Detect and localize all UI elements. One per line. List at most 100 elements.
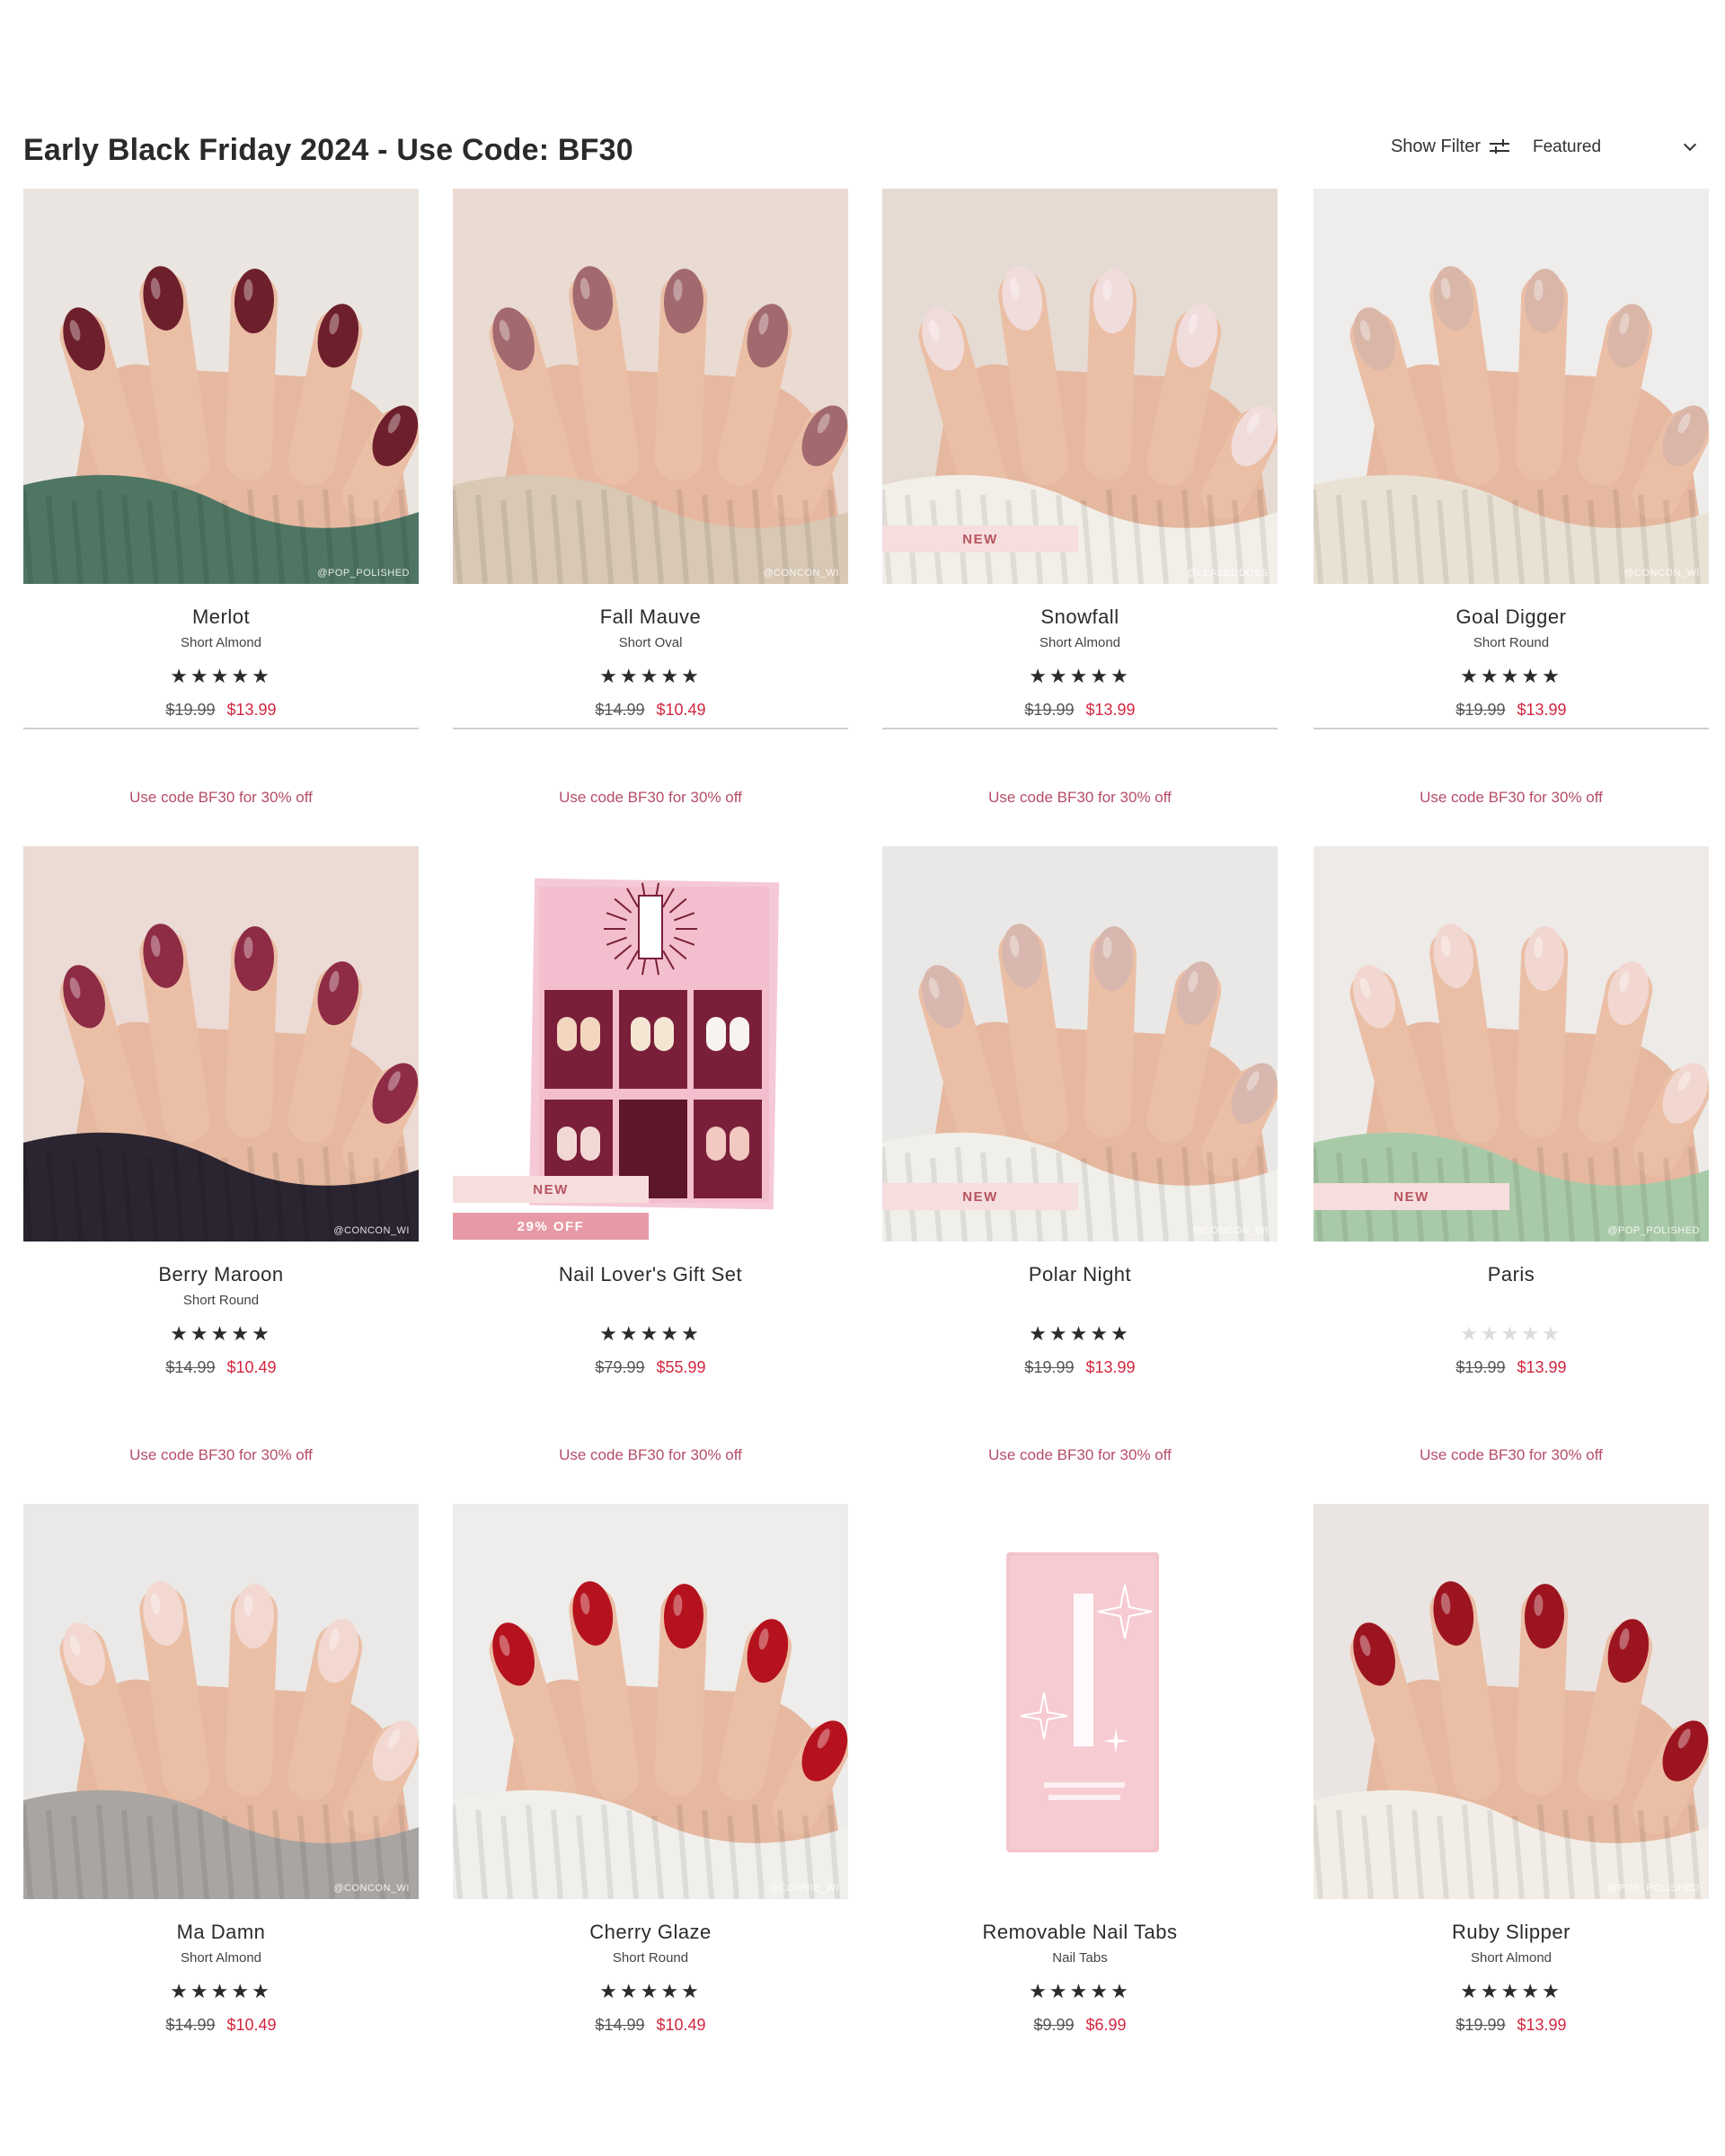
price-row: $19.99 $13.99 xyxy=(1314,1358,1709,1377)
product-card[interactable]: NEW @LEABEDDOES Snowfall Short Almond ★★… xyxy=(882,189,1278,822)
product-name[interactable]: Berry Maroon xyxy=(23,1263,419,1286)
product-name[interactable]: Snowfall xyxy=(882,605,1278,629)
product-image[interactable] xyxy=(882,1504,1278,1899)
product-image[interactable]: NEW @POP_POLISHED xyxy=(1314,846,1709,1241)
product-image[interactable]: NEW @CONCON_WI xyxy=(882,846,1278,1241)
original-price: $14.99 xyxy=(165,2016,216,2034)
product-image[interactable]: @CONCON_WI xyxy=(23,1504,419,1899)
promo-code-text: Use code BF30 for 30% off xyxy=(1420,1446,1603,1463)
promo-code-text: Use code BF30 for 30% off xyxy=(559,789,742,806)
product-name[interactable]: Ma Damn xyxy=(23,1921,419,1944)
product-card[interactable]: @POP_POLISHED Ruby Slipper Short Almond … xyxy=(1314,1504,1709,2137)
new-badge: NEW xyxy=(453,1176,649,1203)
product-shape: Short Round xyxy=(1473,635,1550,650)
price-row: $14.99 $10.49 xyxy=(453,701,848,720)
rating-stars: ★★★★★ xyxy=(1460,665,1562,687)
product-name[interactable]: Goal Digger xyxy=(1314,605,1709,629)
sale-price: $55.99 xyxy=(656,1358,706,1376)
photo-credit: @POP_POLISHED xyxy=(1607,1225,1700,1236)
price-row: $19.99 $13.99 xyxy=(1314,701,1709,720)
rating-stars: ★★★★★ xyxy=(1460,1322,1562,1345)
new-badge: NEW xyxy=(882,1183,1078,1210)
product-name[interactable]: Polar Night xyxy=(882,1263,1278,1286)
product-shape: Short Almond xyxy=(180,1950,262,1966)
price-row: $19.99 $13.99 xyxy=(882,701,1278,720)
product-name[interactable]: Merlot xyxy=(23,605,419,629)
new-badge: NEW xyxy=(882,526,1078,552)
product-name[interactable]: Cherry Glaze xyxy=(453,1921,848,1944)
sale-price: $13.99 xyxy=(226,701,277,719)
collection-header: Early Black Friday 2024 - Use Code: BF30… xyxy=(23,124,1703,178)
original-price: $79.99 xyxy=(595,1358,645,1376)
product-name[interactable]: Paris xyxy=(1314,1263,1709,1286)
product-card[interactable]: NEW @CONCON_WI Polar Night ★★★★★ $19.99 … xyxy=(882,846,1278,1480)
product-image[interactable]: @POP_POLISHED xyxy=(23,189,419,584)
product-shape: Short Almond xyxy=(180,635,262,650)
rating-stars: ★★★★★ xyxy=(599,665,702,687)
sale-price: $13.99 xyxy=(1085,701,1136,719)
photo-credit: @CONCON_WI xyxy=(1623,568,1700,579)
rating-stars: ★★★★★ xyxy=(170,665,272,687)
promo-code-text: Use code BF30 for 30% off xyxy=(559,1446,742,1463)
price-row: $19.99 $13.99 xyxy=(23,701,419,720)
rating-stars: ★★★★★ xyxy=(170,1322,272,1345)
photo-credit: @CONCON_WI xyxy=(333,1225,410,1236)
product-image[interactable]: @CONNIE_WI xyxy=(453,1504,848,1899)
original-price: $14.99 xyxy=(595,2016,645,2034)
new-badge: NEW xyxy=(1314,1183,1509,1210)
sort-dropdown[interactable]: Featured xyxy=(1533,137,1703,157)
promo-code-text: Use code BF30 for 30% off xyxy=(1420,789,1603,806)
price-row: $19.99 $13.99 xyxy=(1314,2016,1709,2035)
product-name[interactable]: Ruby Slipper xyxy=(1314,1921,1709,1944)
product-card[interactable]: @CONCON_WI Berry Maroon Short Round ★★★★… xyxy=(23,846,419,1480)
original-price: $19.99 xyxy=(1455,2016,1506,2034)
product-image[interactable]: @POP_POLISHED xyxy=(1314,1504,1709,1899)
product-image[interactable]: NEW @LEABEDDOES xyxy=(882,189,1278,584)
product-card[interactable]: NEW 29% OFF Nail Lover's Gift Set ★★★★★ … xyxy=(453,846,848,1480)
product-card[interactable]: @CONCON_WI Fall Mauve Short Oval ★★★★★ $… xyxy=(453,189,848,822)
product-name[interactable]: Removable Nail Tabs xyxy=(882,1921,1278,1944)
product-image[interactable]: @CONCON_WI xyxy=(1314,189,1709,584)
show-filter-button[interactable]: Show Filter xyxy=(1391,137,1509,157)
rating-stars: ★★★★★ xyxy=(599,1980,702,2002)
product-shape: Short Almond xyxy=(1470,1950,1552,1966)
original-price: $19.99 xyxy=(165,701,216,719)
price-row: $79.99 $55.99 xyxy=(453,1358,848,1377)
product-shape: Short Round xyxy=(612,1950,689,1966)
rating-stars: ★★★★★ xyxy=(170,1980,272,2002)
price-row: $14.99 $10.49 xyxy=(23,1358,419,1377)
product-card[interactable]: @CONNIE_WI Cherry Glaze Short Round ★★★★… xyxy=(453,1504,848,2137)
product-shape: Short Oval xyxy=(618,635,683,650)
product-card[interactable]: @CONCON_WI Goal Digger Short Round ★★★★★… xyxy=(1314,189,1709,822)
sale-price: $6.99 xyxy=(1085,2016,1127,2034)
product-card[interactable]: Removable Nail Tabs Nail Tabs ★★★★★ $9.9… xyxy=(882,1504,1278,2137)
original-price: $14.99 xyxy=(165,1358,216,1376)
product-card[interactable]: @CONCON_WI Ma Damn Short Almond ★★★★★ $1… xyxy=(23,1504,419,2137)
promo-code-text: Use code BF30 for 30% off xyxy=(988,1446,1172,1463)
product-name[interactable]: Fall Mauve xyxy=(453,605,848,629)
price-row: $14.99 $10.49 xyxy=(23,2016,419,2035)
sort-selected-value: Featured xyxy=(1533,137,1602,156)
divider xyxy=(23,728,419,729)
original-price: $19.99 xyxy=(1024,701,1075,719)
product-image[interactable]: @CONCON_WI xyxy=(453,189,848,584)
rating-stars: ★★★★★ xyxy=(1460,1980,1562,2002)
product-image[interactable]: NEW 29% OFF xyxy=(453,846,848,1241)
sale-price: $10.49 xyxy=(656,2016,706,2034)
product-card[interactable]: NEW @POP_POLISHED Paris ★★★★★ $19.99 $13… xyxy=(1314,846,1709,1480)
photo-credit: @POP_POLISHED xyxy=(317,568,410,579)
show-filter-label: Show Filter xyxy=(1390,137,1481,156)
original-price: $19.99 xyxy=(1455,1358,1506,1376)
photo-credit: @POP_POLISHED xyxy=(1607,1883,1700,1894)
product-card[interactable]: @POP_POLISHED Merlot Short Almond ★★★★★ … xyxy=(23,189,419,822)
product-image[interactable]: @CONCON_WI xyxy=(23,846,419,1241)
sale-price: $13.99 xyxy=(1517,2016,1567,2034)
sale-price: $10.49 xyxy=(226,1358,277,1376)
promo-code-text: Use code BF30 for 30% off xyxy=(129,789,313,806)
product-name[interactable]: Nail Lover's Gift Set xyxy=(453,1263,848,1286)
sale-price: $13.99 xyxy=(1517,1358,1567,1376)
price-row: $14.99 $10.49 xyxy=(453,2016,848,2035)
photo-credit: @CONCON_WI xyxy=(1192,1225,1269,1236)
rating-stars: ★★★★★ xyxy=(599,1322,702,1345)
collection-controls: Show Filter Featured xyxy=(1391,137,1703,157)
